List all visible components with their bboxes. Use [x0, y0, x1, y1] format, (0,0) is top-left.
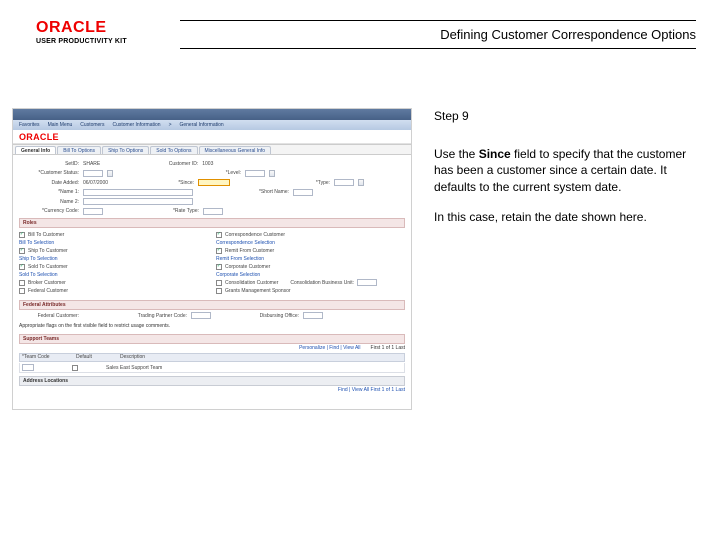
type-label: *Type: — [270, 180, 330, 186]
name2-field[interactable] — [83, 198, 193, 205]
link-corp-sel[interactable]: Corporate Selection — [216, 272, 260, 278]
federal-header: Federal Attributes — [19, 300, 405, 310]
app-titlebar — [13, 109, 411, 120]
tpc-field[interactable] — [191, 312, 211, 319]
col-description: Description — [120, 354, 145, 360]
short-name-field[interactable] — [293, 189, 313, 196]
customer-id-label: Customer ID: — [138, 161, 198, 167]
address-header: Address Locations — [19, 376, 405, 386]
chk-bill-to[interactable] — [19, 232, 25, 238]
date-added-value: 06/07/2000 — [83, 180, 108, 186]
chk-grants[interactable] — [216, 288, 222, 294]
level-label: *Level: — [181, 170, 241, 176]
roles-header: Roles — [19, 218, 405, 228]
crumb-3[interactable]: Customer Information — [112, 122, 160, 128]
type-field[interactable] — [334, 179, 354, 186]
link-corr-sel[interactable]: Correspondence Selection — [216, 240, 275, 246]
name2-label: Name 2: — [19, 199, 79, 205]
page-title-bar: Defining Customer Correspondence Options — [180, 20, 696, 49]
type-dropdown-icon[interactable] — [358, 179, 364, 186]
app-breadcrumb: Favorites Main Menu Customers Customer I… — [13, 120, 411, 130]
instruction-p2: In this case, retain the date shown here… — [434, 209, 696, 225]
crumb-0[interactable]: Favorites — [19, 122, 40, 128]
federal-cust-label: Federal Customer — [28, 288, 68, 294]
crumb-2[interactable]: Customers — [80, 122, 104, 128]
currency-label: *Currency Code: — [19, 208, 79, 214]
app-oracle-logo: ORACLE — [19, 132, 59, 142]
oracle-logo: ORACLE — [36, 20, 127, 36]
app-screenshot: Favorites Main Menu Customers Customer I… — [12, 108, 412, 410]
date-added-label: Date Added: — [19, 180, 79, 186]
support-pager[interactable]: First 1 of 1 Last — [371, 345, 405, 351]
since-label: *Since: — [134, 180, 194, 186]
rate-type-field[interactable] — [203, 208, 223, 215]
upk-subtitle: USER PRODUCTIVITY KIT — [36, 38, 127, 45]
note-text: Appropriate flags on the first visible f… — [19, 321, 405, 331]
instruction-p1: Use the Since field to specify that the … — [434, 146, 696, 195]
name1-label: *Name 1: — [19, 189, 79, 195]
tab-sold-to[interactable]: Sold To Options — [150, 146, 197, 154]
chk-broker[interactable] — [19, 280, 25, 286]
link-sold-to-sel[interactable]: Sold To Selection — [19, 272, 58, 278]
link-bill-to-sel[interactable]: Bill To Selection — [19, 240, 54, 246]
setid-label: SetID: — [19, 161, 79, 167]
link-ship-to-sel[interactable]: Ship To Selection — [19, 256, 58, 262]
fed-cust-label: Federal Customer: — [19, 313, 79, 319]
chk-corp[interactable] — [216, 264, 222, 270]
oracle-logo-block: ORACLE USER PRODUCTIVITY KIT — [36, 20, 127, 45]
row-description: Sales East Support Team — [106, 365, 162, 371]
link-remit-sel[interactable]: Remit From Selection — [216, 256, 264, 262]
chk-consol[interactable] — [216, 280, 222, 286]
tab-bill-to[interactable]: Bill To Options — [57, 146, 101, 154]
address-pager[interactable]: Find | View All First 1 of 1 Last — [338, 387, 405, 393]
currency-field[interactable] — [83, 208, 103, 215]
tpc-label: Trading Partner Code: — [127, 313, 187, 319]
status-label: *Customer Status: — [19, 170, 79, 176]
instruction-panel: Step 9 Use the Since field to specify th… — [434, 108, 696, 239]
tab-ship-to[interactable]: Ship To Options — [102, 146, 149, 154]
level-field[interactable] — [245, 170, 265, 177]
col-team-code: *Team Code — [22, 354, 72, 360]
app-logo-row: ORACLE — [13, 130, 411, 144]
consol-bu-label: Consolidation Business Unit: — [290, 280, 354, 286]
setid-value: SHARE — [83, 161, 100, 167]
tab-misc[interactable]: Miscellaneous General Info — [199, 146, 272, 154]
col-default: Default — [76, 354, 116, 360]
default-chk[interactable] — [72, 365, 78, 371]
support-personalize[interactable]: Personalize | Find | View All — [299, 345, 360, 351]
chk-ship-to[interactable] — [19, 248, 25, 254]
grants-label: Grants Management Sponsor — [225, 288, 291, 294]
tab-general-info[interactable]: General Info — [15, 146, 56, 154]
status-field[interactable] — [83, 170, 103, 177]
chk-federal[interactable] — [19, 288, 25, 294]
support-header: Support Teams — [19, 334, 405, 344]
app-tabbar: General Info Bill To Options Ship To Opt… — [13, 144, 411, 155]
page-title: Defining Customer Correspondence Options — [440, 27, 696, 42]
customer-id-value: 1003 — [202, 161, 213, 167]
crumb-1[interactable]: Main Menu — [48, 122, 73, 128]
chk-sold-to[interactable] — [19, 264, 25, 270]
consol-bu-field[interactable] — [357, 279, 377, 286]
do-label: Disbursing Office: — [239, 313, 299, 319]
do-field[interactable] — [303, 312, 323, 319]
since-field[interactable] — [198, 179, 230, 186]
level-dropdown-icon[interactable] — [269, 170, 275, 177]
chk-corr[interactable] — [216, 232, 222, 238]
crumb-4[interactable]: General Information — [179, 122, 223, 128]
rate-type-label: *Rate Type: — [139, 208, 199, 214]
status-dropdown-icon[interactable] — [107, 170, 113, 177]
team-code-field[interactable] — [22, 364, 34, 371]
name1-field[interactable] — [83, 189, 193, 196]
chk-remit[interactable] — [216, 248, 222, 254]
step-label: Step 9 — [434, 108, 696, 124]
short-name-label: *Short Name: — [229, 189, 289, 195]
